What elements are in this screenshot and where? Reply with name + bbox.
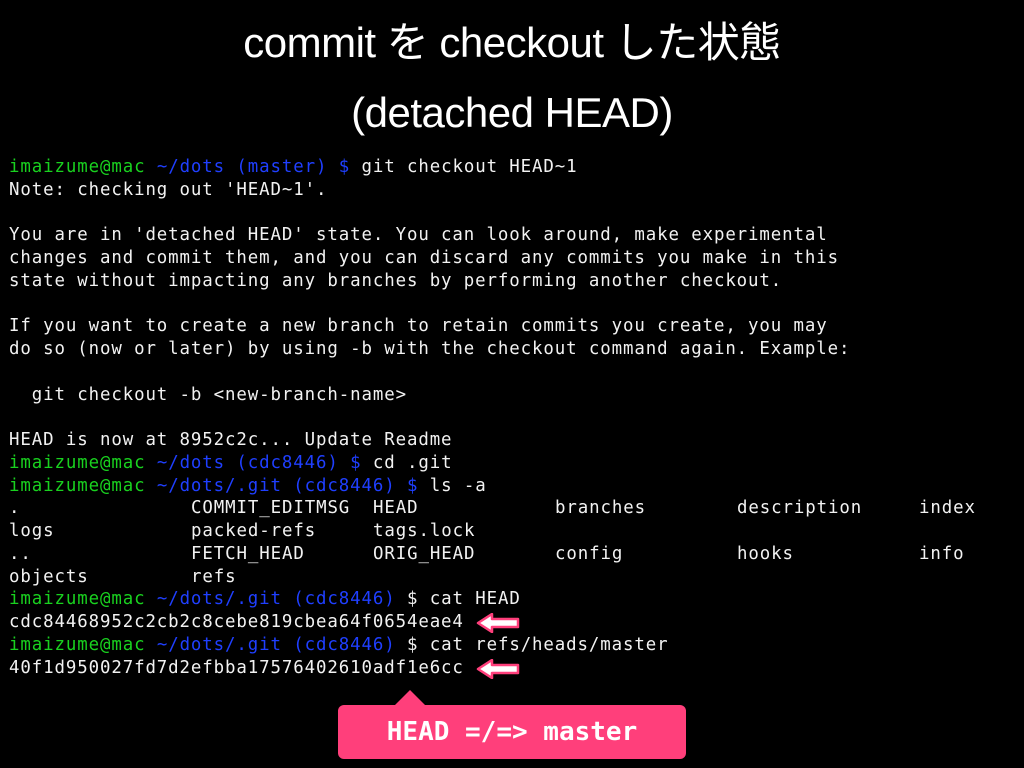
output-line: git checkout -b <new-branch-name> [9, 384, 407, 405]
ls-entry: HEAD [373, 498, 419, 519]
terminal-output: imaizume@mac ~/dots (master) $ git check… [9, 156, 1019, 679]
output-line: Note: checking out 'HEAD~1'. [9, 179, 328, 200]
prompt-path: ~/dots/.git (cdc8446) $ [145, 475, 419, 496]
prompt-command: cat HEAD [418, 589, 521, 610]
terminal-prompt-line: imaizume@mac ~/dots/.git (cdc8446) $ cat… [9, 634, 1019, 657]
ls-entry: info [919, 543, 965, 564]
left-arrow-icon [476, 658, 520, 679]
ls-row: .. FETCH_HEAD ORIG_HEAD config hooks inf… [9, 543, 1019, 566]
callout-box: HEAD =/=> master [338, 705, 686, 759]
ls-row: logs packed-refs tags.lock [9, 520, 1019, 543]
ls-entry: branches [555, 498, 646, 519]
prompt-user: imaizume@mac [9, 452, 146, 473]
prompt-command: cd .git [361, 452, 453, 473]
left-arrow-icon [476, 613, 520, 633]
prompt-dollar: $ [395, 589, 419, 610]
ls-entry: COMMIT_EDITMSG [191, 498, 351, 519]
ls-entry: packed-refs [191, 521, 317, 541]
ls-entry: hooks [737, 543, 794, 564]
head-hash-line: cdc84468952c2cb2c8cebe819cbea64f0654eae4 [9, 611, 1019, 634]
ls-entry: tags.lock [373, 521, 476, 541]
callout-pointer [394, 690, 426, 706]
master-hash: 40f1d950027fd7d2efbba17576402610adf1e6cc [9, 657, 464, 678]
prompt-user: imaizume@mac [9, 475, 146, 496]
prompt-command: ls -a [418, 475, 487, 496]
ls-entry: refs [191, 566, 237, 587]
terminal-prompt-line: imaizume@mac ~/dots (cdc8446) $ cd .git [9, 452, 1019, 475]
output-line: state without impacting any branches by … [9, 270, 783, 291]
terminal-prompt-line: imaizume@mac ~/dots/.git (cdc8446) $ ls … [9, 475, 1019, 498]
slide-subtitle: (detached HEAD) [351, 89, 673, 136]
prompt-path: ~/dots/.git (cdc8446) [145, 634, 396, 655]
ls-entry: logs [9, 521, 55, 541]
prompt-path: ~/dots (master) $ [145, 157, 351, 177]
prompt-dollar: $ [395, 634, 419, 655]
head-hash: cdc84468952c2cb2c8cebe819cbea64f0654eae4 [9, 612, 464, 632]
output-line: If you want to create a new branch to re… [9, 316, 828, 337]
ls-entry: config [555, 543, 624, 564]
prompt-path: ~/dots/.git (cdc8446) [145, 589, 396, 610]
ls-entry: description [737, 498, 863, 519]
callout-text: HEAD =/=> master [386, 717, 638, 747]
prompt-command: git checkout HEAD~1 [350, 157, 578, 177]
output-line: You are in 'detached HEAD' state. You ca… [9, 225, 828, 246]
ls-row: objects refs [9, 566, 1019, 589]
ls-entry: . [9, 498, 21, 519]
ls-row: . COMMIT_EDITMSG HEAD branches descripti… [9, 497, 1019, 520]
terminal-prompt-line: imaizume@mac ~/dots (master) $ git check… [9, 156, 1019, 179]
prompt-user: imaizume@mac [9, 157, 146, 177]
prompt-command: cat refs/heads/master [418, 634, 669, 655]
terminal-prompt-line: imaizume@mac ~/dots/.git (cdc8446) $ cat… [9, 588, 1019, 611]
ls-entry: FETCH_HEAD [191, 543, 305, 564]
output-line: changes and commit them, and you can dis… [9, 248, 840, 268]
prompt-user: imaizume@mac [9, 634, 146, 655]
prompt-user: imaizume@mac [9, 589, 146, 610]
ls-entry: .. [9, 543, 32, 564]
slide-title: commit を checkout した状態 [243, 19, 781, 66]
ls-entry: objects [9, 566, 89, 587]
prompt-path: ~/dots (cdc8446) $ [145, 452, 362, 473]
ls-entry: index [919, 498, 976, 519]
output-line: HEAD is now at 8952c2c... Update Readme [9, 430, 453, 450]
output-line: do so (now or later) by using -b with th… [9, 339, 851, 359]
ls-entry: ORIG_HEAD [373, 543, 476, 564]
master-hash-line: 40f1d950027fd7d2efbba17576402610adf1e6cc [9, 657, 1019, 680]
